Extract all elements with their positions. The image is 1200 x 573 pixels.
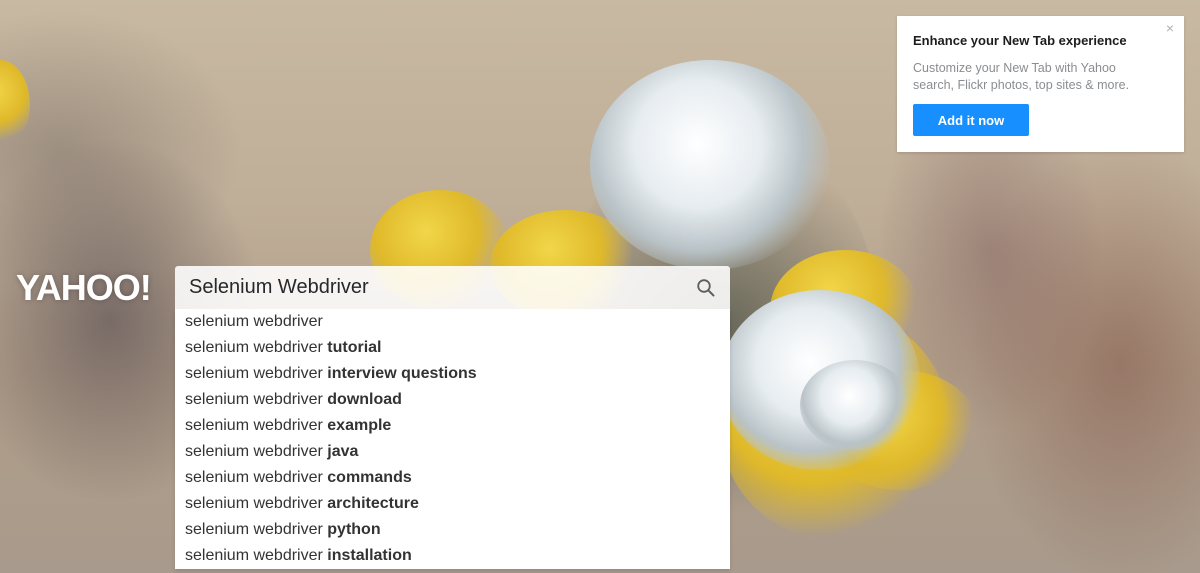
suggestion-base-text: selenium webdriver xyxy=(185,313,323,330)
photo-lichen-yellow xyxy=(0,60,30,150)
suggestion-base-text: selenium webdriver xyxy=(185,365,328,382)
promo-text: Customize your New Tab with Yahoo search… xyxy=(913,61,1130,92)
add-it-now-button[interactable]: Add it now xyxy=(913,104,1029,136)
suggestion-completion-text: interview questions xyxy=(327,365,477,382)
photo-lichen-white xyxy=(800,360,910,450)
promo-card: × Enhance your New Tab experience Custom… xyxy=(897,16,1184,152)
suggestion-base-text: selenium webdriver xyxy=(185,495,328,512)
suggestion-item[interactable]: selenium webdriver interview questions xyxy=(175,361,730,387)
suggestion-completion-text: example xyxy=(327,417,392,434)
suggestion-base-text: selenium webdriver xyxy=(185,469,328,486)
suggestion-completion-text: architecture xyxy=(327,495,419,512)
suggestion-item[interactable]: selenium webdriver tutorial xyxy=(175,335,730,361)
suggestion-completion-text: download xyxy=(327,391,402,408)
suggestion-item[interactable]: selenium webdriver commands xyxy=(175,465,730,491)
suggestion-item[interactable]: selenium webdriver python xyxy=(175,517,730,543)
suggestion-item[interactable]: selenium webdriver java xyxy=(175,439,730,465)
suggestion-completion-text: python xyxy=(327,521,381,538)
search-suggestions: selenium webdriver selenium webdriver tut… xyxy=(175,309,730,569)
suggestion-completion-text: installation xyxy=(327,547,412,564)
suggestion-completion-text: java xyxy=(327,443,359,460)
suggestion-base-text: selenium webdriver xyxy=(185,521,328,538)
suggestion-base-text: selenium webdriver xyxy=(185,391,328,408)
yahoo-logo[interactable]: YAHOO! xyxy=(16,266,152,310)
promo-title: Enhance your New Tab experience xyxy=(913,33,1127,48)
suggestion-base-text: selenium webdriver xyxy=(185,443,328,460)
suggestion-item[interactable]: selenium webdriver xyxy=(175,309,730,335)
search-input[interactable] xyxy=(175,266,685,309)
suggestion-item[interactable]: selenium webdriver architecture xyxy=(175,491,730,517)
suggestion-completion-text: commands xyxy=(327,469,412,486)
search-area: selenium webdriverselenium webdriver tut… xyxy=(175,266,730,569)
close-icon[interactable]: × xyxy=(1166,21,1174,35)
search-box xyxy=(175,266,730,309)
suggestion-base-text: selenium webdriver xyxy=(185,547,328,564)
search-icon[interactable] xyxy=(696,278,716,298)
suggestion-completion-text: tutorial xyxy=(327,339,382,356)
suggestion-base-text: selenium webdriver xyxy=(185,417,328,434)
suggestion-item[interactable]: selenium webdriver installation xyxy=(175,543,730,569)
photo-lichen-white xyxy=(590,60,830,270)
suggestion-base-text: selenium webdriver xyxy=(185,339,328,356)
suggestion-item[interactable]: selenium webdriver download xyxy=(175,387,730,413)
suggestion-item[interactable]: selenium webdriver example xyxy=(175,413,730,439)
